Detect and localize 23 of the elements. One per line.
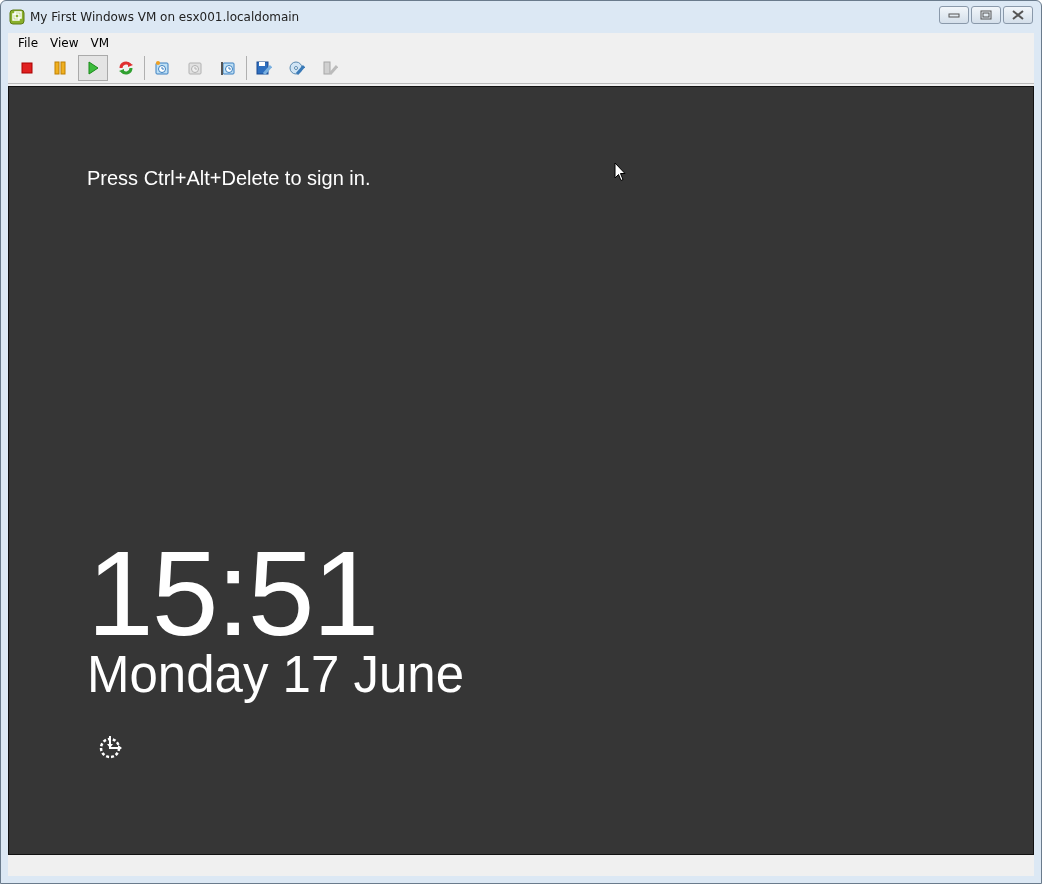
sign-in-prompt: Press Ctrl+Alt+Delete to sign in. xyxy=(87,167,371,190)
play-icon xyxy=(85,60,101,76)
floppy-disk-wrench-icon xyxy=(256,60,272,76)
restore-icon xyxy=(980,10,992,20)
disc-wrench-icon xyxy=(289,60,305,76)
minimize-button[interactable] xyxy=(939,6,969,24)
menu-item[interactable]: File xyxy=(12,36,45,50)
minimize-icon xyxy=(948,12,960,18)
clock-screen-icon xyxy=(220,60,236,76)
close-button[interactable] xyxy=(1003,6,1033,24)
close-icon xyxy=(1012,10,1024,20)
stop-icon xyxy=(19,60,35,76)
app-icon xyxy=(9,9,25,25)
clock-screen-icon xyxy=(154,60,170,76)
clock-screen-icon xyxy=(187,60,203,76)
console-screen[interactable]: Press Ctrl+Alt+Delete to sign in. 15:51 Monday 17 June xyxy=(8,86,1034,855)
circular-arrows-icon xyxy=(118,60,134,76)
usb-wrench-icon xyxy=(322,60,338,76)
window-title: My First Windows VM on esx001.localdomain xyxy=(30,10,300,24)
menu-item[interactable]: View xyxy=(44,36,85,50)
pause-icon xyxy=(52,60,68,76)
mouse-pointer-icon xyxy=(614,162,626,182)
menu-item[interactable]: VM xyxy=(84,36,116,50)
